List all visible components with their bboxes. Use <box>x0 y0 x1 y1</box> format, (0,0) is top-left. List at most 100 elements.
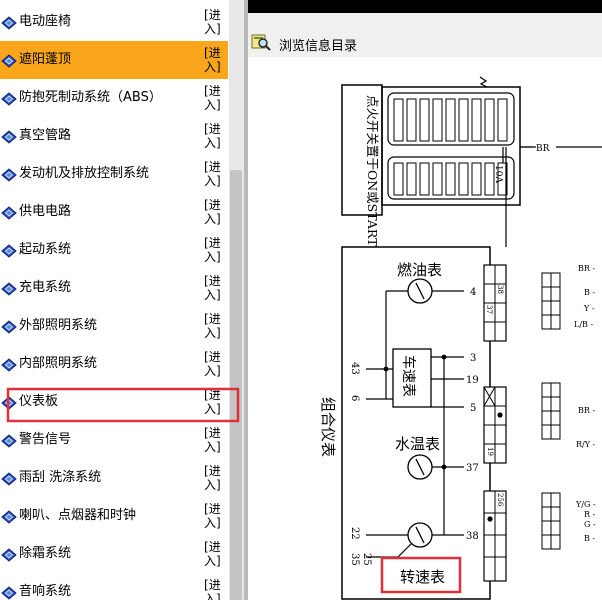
browse-catalog-button[interactable]: 浏览信息目录 <box>279 35 357 54</box>
category-list-scroll-thumb[interactable] <box>230 170 242 600</box>
nav-item[interactable]: 内部照明系统 进入 <box>0 345 228 384</box>
category-list: 电动座椅进入遮阳蓬顶进入防抱死制动系统（ABS）进入真空管路进入发动机及排放控制… <box>0 0 229 600</box>
right-connector-2 <box>541 382 561 440</box>
combo-meter-label: 组合仪表 <box>319 397 337 457</box>
wire-y: Y - <box>583 304 595 313</box>
enter-link[interactable]: 进入 <box>204 274 224 302</box>
nav-item[interactable]: 警告信号 进入 <box>0 421 228 460</box>
pin-3: 3 <box>470 353 476 364</box>
speedometer-label: 车速表 <box>400 355 417 397</box>
book-icon <box>1 319 17 334</box>
nav-item[interactable]: 起动系统 进入 <box>0 231 228 270</box>
pin-38: 38 <box>466 531 479 542</box>
enter-link[interactable]: 进入 <box>204 8 224 36</box>
wire-yg: Y/G - <box>575 500 596 509</box>
nav-item[interactable]: 遮阳蓬顶 进入 <box>0 41 228 80</box>
book-icon <box>1 357 17 372</box>
nav-item[interactable]: 防抱死制动系统（ABS） 进入 <box>0 79 228 118</box>
svg-text:256: 256 <box>496 493 504 507</box>
book-icon <box>1 509 17 524</box>
nav-item[interactable]: 外部照明系统 进入 <box>0 307 228 346</box>
viewer-title-strip <box>248 0 602 13</box>
pin-6: 6 <box>349 395 360 401</box>
fuse-slots-bottom <box>393 162 508 196</box>
book-icon <box>1 53 17 68</box>
wire-b: B - <box>584 288 595 297</box>
connector-block-3: 256 <box>483 490 507 582</box>
book-icon <box>1 585 17 600</box>
nav-item-label[interactable]: 除霜系统 <box>19 546 71 562</box>
document-viewer: 浏览信息目录 点火开关置于ON或START 10A BR 组合仪表 燃油表 4 … <box>248 0 602 600</box>
enter-link[interactable]: 进入 <box>204 198 224 226</box>
book-icon <box>1 433 17 448</box>
pin-35: 35 <box>349 553 360 566</box>
nav-item-label[interactable]: 音响系统 <box>19 584 71 600</box>
enter-link[interactable]: 进入 <box>204 502 224 530</box>
nav-item[interactable]: 发动机及排放控制系统 进入 <box>0 155 228 194</box>
pin-4: 4 <box>470 287 476 298</box>
nav-item-label[interactable]: 喇叭、点烟器和时钟 <box>19 508 136 524</box>
svg-text:38: 38 <box>496 285 504 294</box>
nav-item-label[interactable]: 雨刮 洗涤系统 <box>19 470 101 486</box>
wiring-diagram: 点火开关置于ON或START 10A BR 组合仪表 燃油表 4 车速表 3 1… <box>248 57 602 600</box>
enter-link[interactable]: 进入 <box>204 350 224 378</box>
nav-item[interactable]: 除霜系统 进入 <box>0 535 228 574</box>
nav-item[interactable]: 电动座椅 进入 <box>0 3 228 42</box>
right-connector-1 <box>541 272 561 330</box>
nav-item-label[interactable]: 起动系统 <box>19 242 71 258</box>
pin-5: 5 <box>470 403 476 414</box>
right-connector-3 <box>541 492 561 550</box>
pin-37: 37 <box>466 463 479 474</box>
wire-b2: B - <box>584 534 595 543</box>
nav-item[interactable]: 喇叭、点烟器和时钟 进入 <box>0 497 228 536</box>
svg-text:37: 37 <box>485 305 493 314</box>
enter-link[interactable]: 进入 <box>204 540 224 568</box>
nav-item[interactable]: 充电系统 进入 <box>0 269 228 308</box>
nav-item[interactable]: 音响系统 进入 <box>0 573 228 600</box>
nav-item-label[interactable]: 防抱死制动系统（ABS） <box>19 90 162 106</box>
enter-link[interactable]: 进入 <box>204 312 224 340</box>
nav-item-label[interactable]: 发动机及排放控制系统 <box>19 166 149 182</box>
nav-item-label[interactable]: 真空管路 <box>19 128 71 144</box>
nav-item[interactable]: 雨刮 洗涤系统 进入 <box>0 459 228 498</box>
nav-item[interactable]: 供电电路 进入 <box>0 193 228 232</box>
temp-gauge-label: 水温表 <box>395 435 440 453</box>
enter-link[interactable]: 进入 <box>204 84 224 112</box>
book-icon <box>1 281 17 296</box>
enter-link[interactable]: 进入 <box>204 122 224 150</box>
browse-catalog-icon[interactable] <box>251 33 271 51</box>
nav-item-label[interactable]: 仪表板 <box>19 394 58 410</box>
fuel-gauge-label: 燃油表 <box>397 261 442 279</box>
pin-22: 22 <box>349 527 360 540</box>
enter-link[interactable]: 进入 <box>204 236 224 264</box>
nav-item[interactable]: 真空管路 进入 <box>0 117 228 156</box>
wire-lb: L/B - <box>574 320 593 329</box>
pin-19: 19 <box>466 375 479 386</box>
nav-item[interactable]: 仪表板 进入 <box>0 383 228 422</box>
viewer-toolbar: 浏览信息目录 <box>248 13 602 57</box>
book-icon <box>1 205 17 220</box>
nav-item-label[interactable]: 供电电路 <box>19 204 71 220</box>
tachometer-label: 转速表 <box>400 568 445 586</box>
enter-link[interactable]: 进入 <box>204 46 224 74</box>
nav-item-label[interactable]: 警告信号 <box>19 432 71 448</box>
enter-link[interactable]: 进入 <box>204 388 224 416</box>
wire-ry: R/Y - <box>576 440 596 449</box>
nav-item-label[interactable]: 电动座椅 <box>19 14 71 30</box>
enter-link[interactable]: 进入 <box>204 160 224 188</box>
wire-br2: BR - <box>578 264 595 273</box>
book-icon <box>1 547 17 562</box>
ignition-switch-label: 点火开关置于ON或START <box>365 95 380 247</box>
nav-item-label[interactable]: 外部照明系统 <box>19 318 97 334</box>
wire-r: R - <box>584 510 596 519</box>
wire-br-label: BR <box>536 144 550 154</box>
nav-item-label[interactable]: 充电系统 <box>19 280 71 296</box>
pin-43: 43 <box>349 362 360 375</box>
nav-item-label[interactable]: 内部照明系统 <box>19 356 97 372</box>
nav-item-label[interactable]: 遮阳蓬顶 <box>19 52 71 68</box>
enter-link[interactable]: 进入 <box>204 426 224 454</box>
enter-link[interactable]: 进入 <box>204 464 224 492</box>
enter-link[interactable]: 进入 <box>204 578 224 600</box>
book-icon <box>1 243 17 258</box>
fuse-rating: 10A <box>493 165 503 183</box>
